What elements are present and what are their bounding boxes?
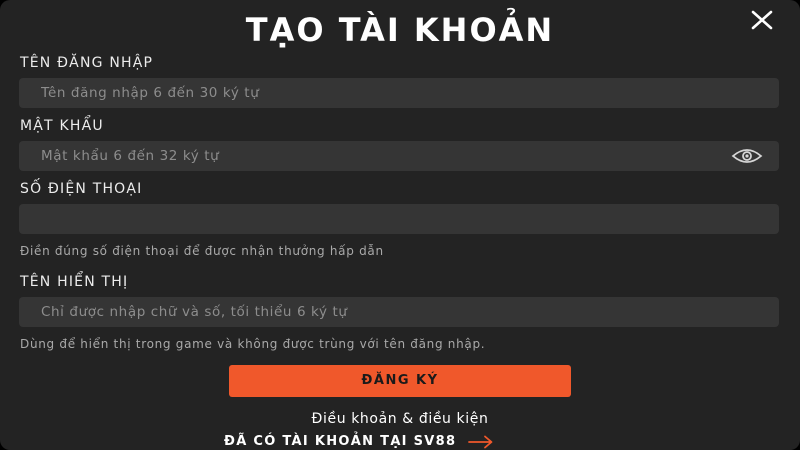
username-field-wrapper bbox=[19, 78, 779, 108]
password-field-wrapper bbox=[19, 141, 779, 171]
display-name-label: TÊN HIỂN THỊ bbox=[20, 274, 129, 290]
password-label: MẬT KHẨU bbox=[20, 118, 104, 134]
login-link-label: ĐÃ CÓ TÀI KHOẢN TẠI SV88 bbox=[224, 434, 457, 449]
terms-link[interactable]: Điều khoản & điều kiện bbox=[0, 410, 800, 428]
register-modal: TẠO TÀI KHOẢN TÊN ĐĂNG NHẬP MẬT KHẨU SỐ … bbox=[0, 0, 800, 450]
display-name-input[interactable] bbox=[19, 297, 779, 327]
phone-field-wrapper bbox=[19, 204, 779, 234]
display-name-hint: Dùng để hiển thị trong game và không đượ… bbox=[20, 337, 486, 351]
username-label: TÊN ĐĂNG NHẬP bbox=[20, 55, 154, 71]
password-input[interactable] bbox=[19, 141, 779, 171]
phone-hint: Điền đúng số điện thoại để được nhận thư… bbox=[20, 244, 384, 258]
login-link[interactable]: ĐÃ CÓ TÀI KHOẢN TẠI SV88 bbox=[224, 432, 494, 450]
modal-title: TẠO TÀI KHOẢN bbox=[245, 11, 555, 49]
register-button[interactable]: ĐĂNG KÝ bbox=[229, 365, 571, 397]
eye-icon[interactable] bbox=[731, 148, 763, 164]
arrow-right-icon bbox=[468, 435, 493, 449]
display-name-field-wrapper bbox=[19, 297, 779, 327]
username-input[interactable] bbox=[19, 78, 779, 108]
phone-label: SỐ ĐIỆN THOẠI bbox=[20, 181, 143, 197]
close-icon[interactable] bbox=[750, 8, 774, 32]
phone-input[interactable] bbox=[19, 204, 779, 234]
